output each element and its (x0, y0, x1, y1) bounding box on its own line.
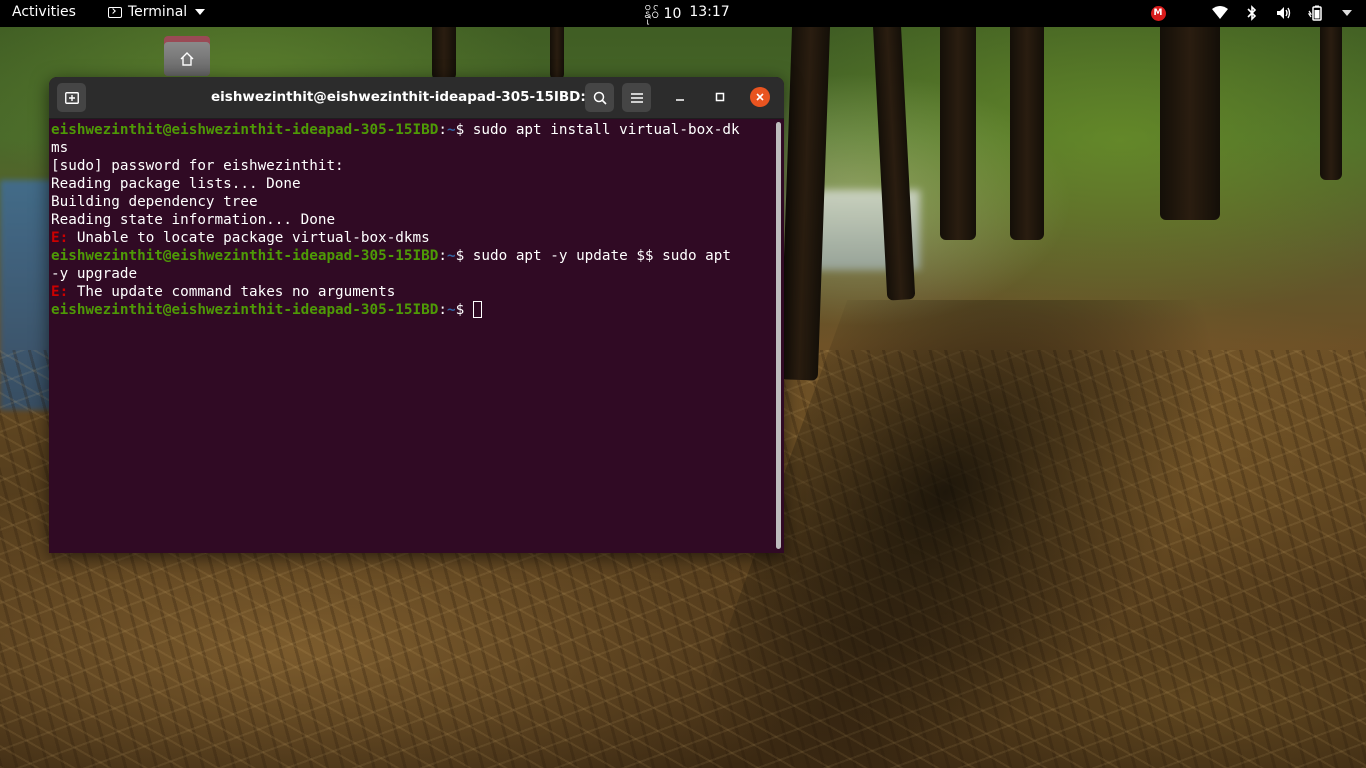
battery-icon[interactable] (1308, 5, 1324, 21)
bluetooth-icon[interactable] (1244, 5, 1260, 21)
clock[interactable]: နိုဝ် 10 13:17 (644, 4, 730, 25)
hamburger-menu-icon (630, 92, 643, 103)
output-text: Reading state information... Done (51, 212, 336, 228)
prompt-separator: : (438, 122, 447, 138)
menu-button[interactable] (622, 83, 651, 112)
prompt-symbol: $ (455, 302, 473, 318)
command-text: sudo apt install virtual-box-dk (472, 122, 740, 138)
terminal-line: Reading state information... Done (51, 211, 774, 229)
search-button[interactable] (585, 83, 614, 112)
chevron-down-icon (195, 9, 206, 15)
minimize-icon (676, 99, 684, 101)
volume-icon[interactable] (1276, 5, 1292, 21)
prompt-user-host: eishwezinthit@eishwezinthit-ideapad-305-… (51, 248, 439, 264)
error-message: Unable to locate package virtual-box-dkm… (76, 230, 430, 246)
terminal-line: eishwezinthit@eishwezinthit-ideapad-305-… (51, 247, 774, 265)
error-prefix: E: (51, 284, 77, 300)
window-titlebar[interactable]: eishwezinthit@eishwezinthit-ideapad-305-… (49, 77, 784, 119)
terminal-output[interactable]: eishwezinthit@eishwezinthit-ideapad-305-… (49, 119, 774, 553)
maximize-icon (715, 92, 725, 102)
prompt-path: ~ (446, 302, 456, 318)
output-text: [sudo] password for eishwezinthit: (51, 158, 344, 174)
terminal-line: eishwezinthit@eishwezinthit-ideapad-305-… (51, 301, 774, 319)
prompt-symbol: $ (455, 248, 473, 264)
system-tray[interactable]: M (1150, 5, 1352, 21)
activities-button[interactable]: Activities (12, 4, 76, 20)
minimize-button[interactable] (670, 87, 690, 107)
chevron-down-icon[interactable] (1342, 10, 1352, 16)
window-title: eishwezinthit@eishwezinthit-ideapad-305-… (211, 89, 602, 105)
error-message: The update command takes no arguments (76, 284, 396, 300)
prompt-user-host: eishwezinthit@eishwezinthit-ideapad-305-… (51, 302, 439, 318)
terminal-line: ms (51, 139, 774, 157)
clock-date: နိုဝ် 10 (644, 6, 682, 22)
mail-badge: M (1150, 5, 1166, 21)
output-text: -y upgrade (51, 266, 138, 282)
maximize-button[interactable] (710, 87, 730, 107)
terminal-icon (108, 6, 122, 18)
terminal-line: [sudo] password for eishwezinthit: (51, 157, 774, 175)
terminal-line: Building dependency tree (51, 193, 774, 211)
close-icon (756, 93, 764, 101)
wifi-icon[interactable] (1212, 5, 1228, 21)
output-text: Building dependency tree (51, 194, 258, 210)
prompt-path: ~ (446, 122, 456, 138)
prompt-user-host: eishwezinthit@eishwezinthit-ideapad-305-… (51, 122, 439, 138)
text-cursor (472, 301, 482, 318)
error-prefix: E: (51, 230, 77, 246)
top-bar: Activities Terminal နိုဝ် 10 13:17 M (0, 0, 1366, 27)
home-folder-icon[interactable] (164, 36, 210, 76)
app-menu-terminal[interactable]: Terminal (108, 4, 206, 20)
terminal-line: eishwezinthit@eishwezinthit-ideapad-305-… (51, 121, 774, 139)
terminal-line: -y upgrade (51, 265, 774, 283)
terminal-scrollbar[interactable] (776, 122, 781, 549)
close-button[interactable] (750, 87, 770, 107)
new-tab-icon (64, 91, 79, 104)
command-text: sudo apt -y update $$ sudo apt (472, 248, 732, 264)
app-menu-label: Terminal (128, 4, 188, 20)
prompt-separator: : (438, 302, 447, 318)
terminal-line: E: Unable to locate package virtual-box-… (51, 229, 774, 247)
new-tab-button[interactable] (57, 83, 86, 112)
search-icon (593, 91, 607, 105)
clock-time: 13:17 (689, 4, 730, 20)
terminal-line: Reading package lists... Done (51, 175, 774, 193)
terminal-window[interactable]: eishwezinthit@eishwezinthit-ideapad-305-… (49, 77, 784, 553)
output-text: ms (51, 140, 69, 156)
prompt-path: ~ (446, 248, 456, 264)
terminal-line: E: The update command takes no arguments (51, 283, 774, 301)
mail-indicator[interactable]: M (1150, 5, 1166, 21)
prompt-symbol: $ (455, 122, 473, 138)
prompt-separator: : (438, 248, 447, 264)
output-text: Reading package lists... Done (51, 176, 301, 192)
